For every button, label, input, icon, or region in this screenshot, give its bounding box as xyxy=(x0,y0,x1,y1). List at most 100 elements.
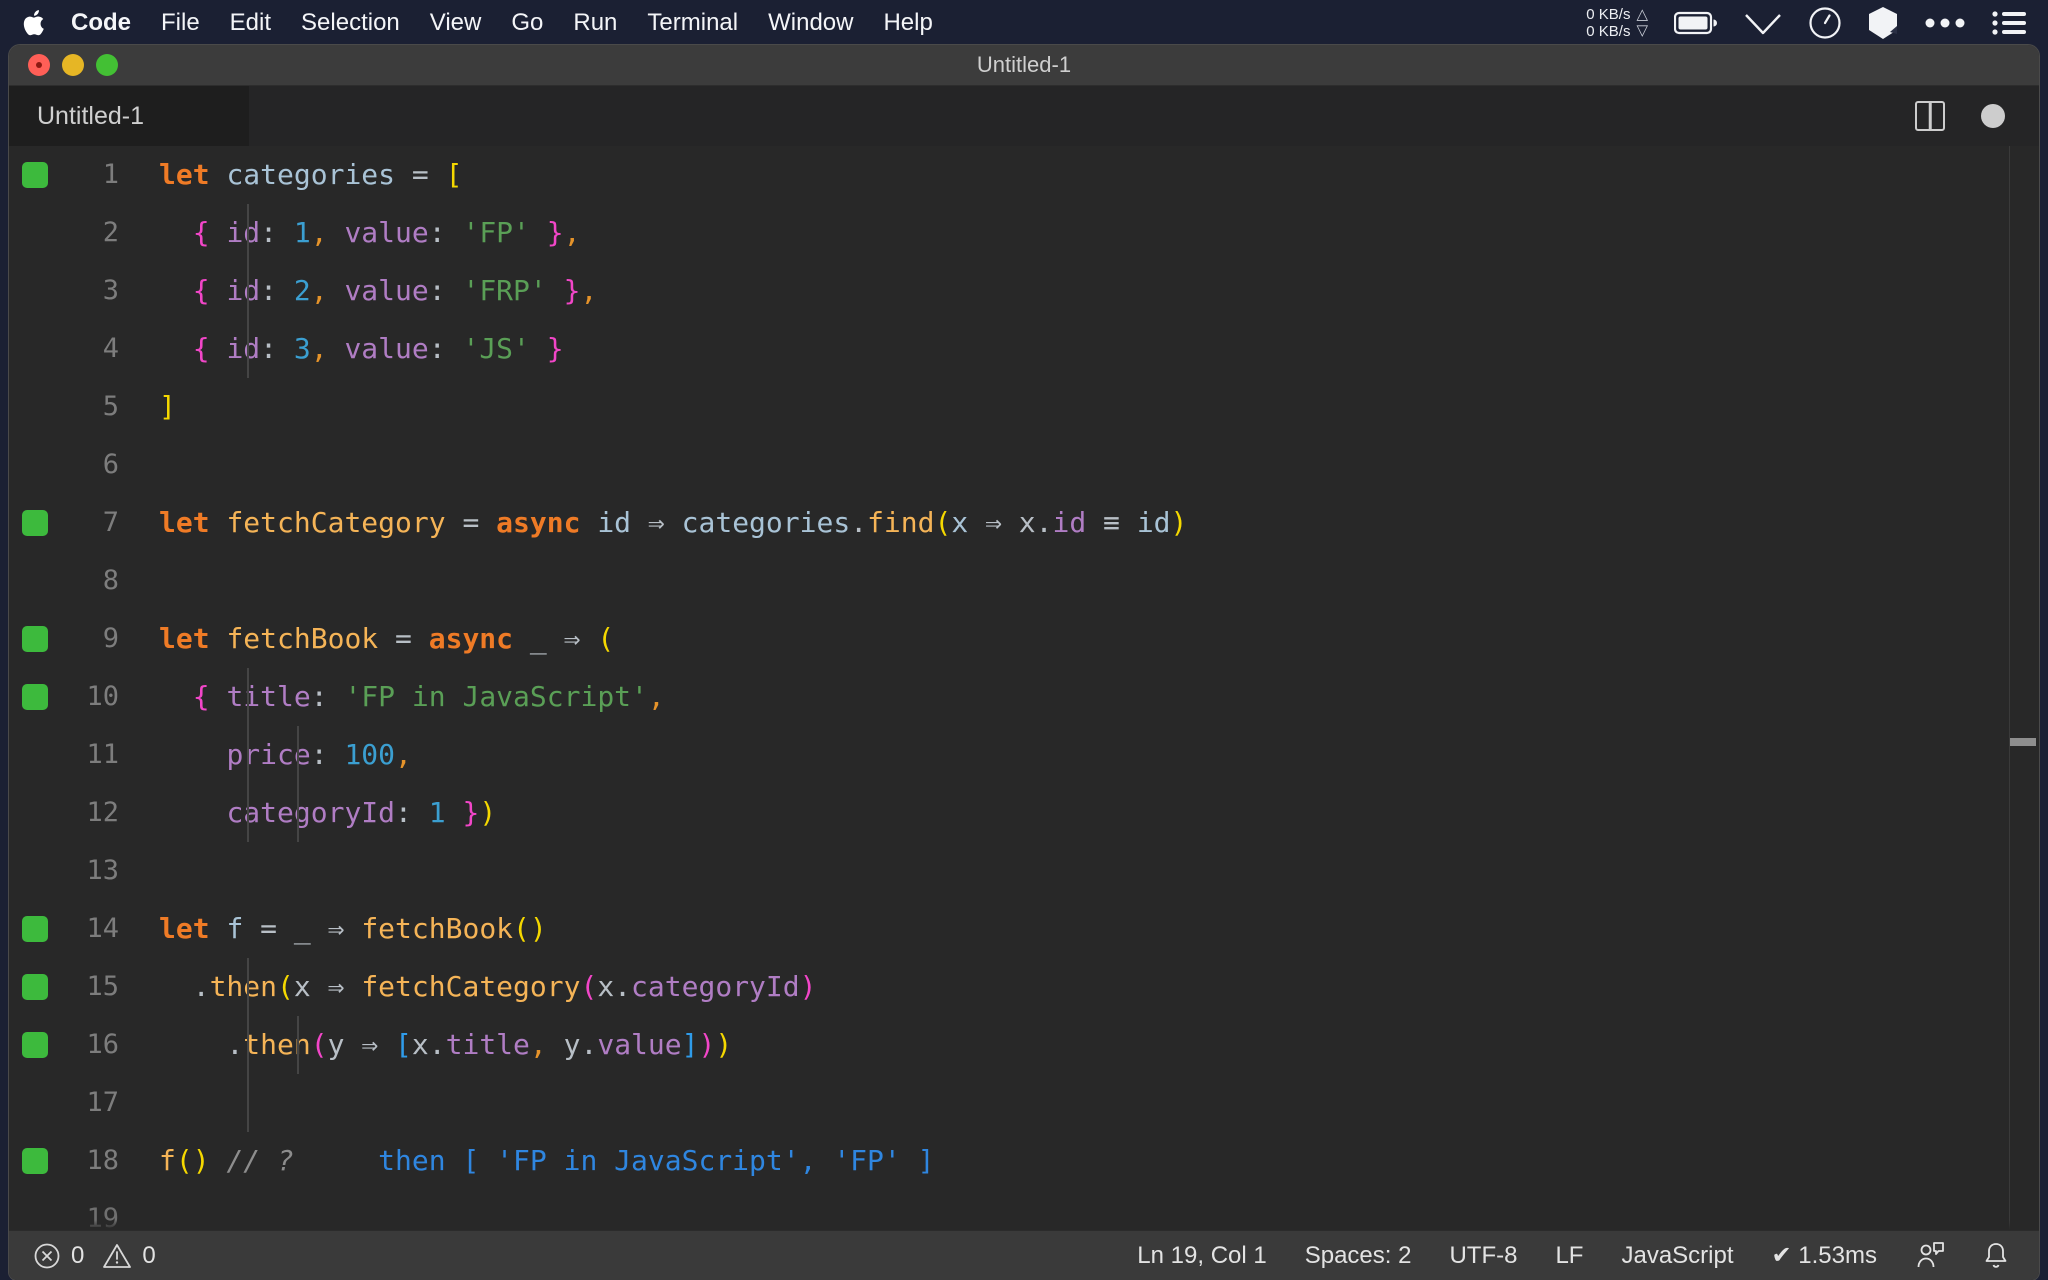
unsaved-dot-icon[interactable] xyxy=(1981,104,2005,128)
menu-item-selection[interactable]: Selection xyxy=(286,0,415,45)
indent-guide xyxy=(247,320,249,378)
box-icon[interactable] xyxy=(1868,6,1898,40)
error-circle-icon[interactable] xyxy=(33,1242,61,1270)
warning-count[interactable]: 0 xyxy=(142,1242,155,1270)
feedback-person-icon[interactable] xyxy=(1915,1241,1945,1271)
code-line[interactable]: 15 .then(x ⇒ fetchCategory(x.categoryId) xyxy=(9,958,2039,1016)
code-editor[interactable]: 1 let categories = [ 2 { id: 1, value: '… xyxy=(9,146,2039,1230)
menu-item-file[interactable]: File xyxy=(146,0,215,45)
menu-item-terminal[interactable]: Terminal xyxy=(632,0,753,45)
network-speed-indicator[interactable]: 0 KB/s 0 KB/s △ ▽ xyxy=(1586,6,1648,40)
window-title: Untitled-1 xyxy=(9,52,2039,78)
code-line[interactable]: 6 xyxy=(9,436,2039,494)
line-number: 6 xyxy=(9,436,137,494)
code-line[interactable]: 17 xyxy=(9,1074,2039,1132)
code-text: let fetchCategory = async id ⇒ categorie… xyxy=(137,494,1187,552)
indent-guide xyxy=(297,1016,299,1074)
menu-item-code[interactable]: Code xyxy=(56,0,146,45)
code-line[interactable]: 10 { title: 'FP in JavaScript', xyxy=(9,668,2039,726)
bell-icon[interactable] xyxy=(1983,1241,2009,1271)
window-title-bar: Untitled-1 xyxy=(9,45,2039,86)
line-number: 17 xyxy=(9,1074,137,1132)
menu-item-run[interactable]: Run xyxy=(558,0,632,45)
code-text: let categories = [ xyxy=(137,146,462,204)
code-line[interactable]: 12 categoryId: 1 }) xyxy=(9,784,2039,842)
status-bar-right: Ln 19, Col 1 Spaces: 2 UTF-8 LF JavaScri… xyxy=(1137,1241,2039,1271)
line-number: 2 xyxy=(9,204,137,262)
menu-item-window[interactable]: Window xyxy=(753,0,868,45)
macos-menu-bar: Code File Edit Selection View Go Run Ter… xyxy=(0,0,2048,45)
indent-guide xyxy=(247,784,249,842)
gutter-marker-green xyxy=(22,1032,48,1058)
code-line[interactable]: 1 let categories = [ xyxy=(9,146,2039,204)
line-number: 13 xyxy=(9,842,137,900)
eol-setting[interactable]: LF xyxy=(1555,1242,1583,1270)
gutter-marker-green xyxy=(22,684,48,710)
download-triangle-icon: ▽ xyxy=(1636,23,1648,39)
code-line[interactable]: 5 ] xyxy=(9,378,2039,436)
editor-bottom-fade xyxy=(9,1220,2039,1230)
network-upload-rate: 0 KB/s xyxy=(1586,6,1630,23)
indent-guide xyxy=(297,784,299,842)
menu-bar-status-icons: 0 KB/s 0 KB/s △ ▽ xyxy=(1586,6,2048,40)
menu-item-view[interactable]: View xyxy=(415,0,497,45)
network-download-rate: 0 KB/s xyxy=(1586,23,1630,40)
indent-guide xyxy=(247,262,249,320)
code-line[interactable]: 8 xyxy=(9,552,2039,610)
cursor-position[interactable]: Ln 19, Col 1 xyxy=(1137,1242,1266,1270)
inline-value-hint: then [ 'FP in JavaScript', 'FP' ] xyxy=(378,1144,934,1177)
code-line[interactable]: 3 { id: 2, value: 'FRP' }, xyxy=(9,262,2039,320)
code-line[interactable]: 11 price: 100, xyxy=(9,726,2039,784)
indentation-setting[interactable]: Spaces: 2 xyxy=(1305,1242,1412,1270)
control-center-list-icon[interactable] xyxy=(1992,10,2026,36)
line-number: 8 xyxy=(9,552,137,610)
code-text: categoryId: 1 }) xyxy=(137,784,496,842)
runtime-duration[interactable]: ✔ 1.53ms xyxy=(1772,1241,1877,1270)
code-text: .then(y ⇒ [x.title, y.value])) xyxy=(137,1016,732,1074)
language-mode[interactable]: JavaScript xyxy=(1621,1242,1733,1270)
status-bar: 0 0 Ln 19, Col 1 Spaces: 2 UTF-8 LF Java… xyxy=(9,1230,2039,1280)
gutter-marker-green xyxy=(22,1148,48,1174)
error-count[interactable]: 0 xyxy=(71,1242,84,1270)
line-number: 4 xyxy=(9,320,137,378)
indent-guide xyxy=(297,726,299,784)
code-text: { id: 3, value: 'JS' } xyxy=(137,320,564,378)
code-line[interactable]: 16 .then(y ⇒ [x.title, y.value])) xyxy=(9,1016,2039,1074)
menu-item-edit[interactable]: Edit xyxy=(215,0,286,45)
code-text: { id: 1, value: 'FP' }, xyxy=(137,204,580,262)
code-line[interactable]: 13 xyxy=(9,842,2039,900)
code-text: { title: 'FP in JavaScript', xyxy=(137,668,665,726)
code-text: .then(x ⇒ fetchCategory(x.categoryId) xyxy=(137,958,816,1016)
line-number: 5 xyxy=(9,378,137,436)
apple-logo-icon[interactable] xyxy=(0,8,56,38)
code-line[interactable]: 7 let fetchCategory = async id ⇒ categor… xyxy=(9,494,2039,552)
line-number: 11 xyxy=(9,726,137,784)
split-editor-icon[interactable] xyxy=(1915,101,1945,131)
indent-guide xyxy=(247,668,249,726)
line-number: 12 xyxy=(9,784,137,842)
warning-triangle-icon[interactable] xyxy=(102,1242,132,1270)
code-content[interactable]: 1 let categories = [ 2 { id: 1, value: '… xyxy=(9,146,2039,1230)
code-text: let f = _ ⇒ fetchBook() xyxy=(137,900,547,958)
clock-icon[interactable] xyxy=(1808,6,1842,40)
code-line[interactable]: 14 let f = _ ⇒ fetchBook() xyxy=(9,900,2039,958)
gutter-marker-green xyxy=(22,162,48,188)
indent-guide xyxy=(247,204,249,262)
gutter-marker-green xyxy=(22,510,48,536)
code-text: let fetchBook = async _ ⇒ ( xyxy=(137,610,614,668)
battery-icon[interactable] xyxy=(1674,11,1718,35)
code-line[interactable]: 9 let fetchBook = async _ ⇒ ( xyxy=(9,610,2039,668)
wifi-icon[interactable] xyxy=(1744,9,1782,37)
ellipsis-icon[interactable] xyxy=(1924,17,1966,29)
tab-untitled-1[interactable]: Untitled-1 xyxy=(9,86,249,146)
encoding-setting[interactable]: UTF-8 xyxy=(1449,1242,1517,1270)
editor-actions xyxy=(1915,86,2039,146)
menu-item-help[interactable]: Help xyxy=(868,0,947,45)
code-text: f() // ? then [ 'FP in JavaScript', 'FP'… xyxy=(137,1132,934,1190)
status-bar-left: 0 0 xyxy=(9,1242,156,1270)
code-line[interactable]: 4 { id: 3, value: 'JS' } xyxy=(9,320,2039,378)
indent-guide xyxy=(247,726,249,784)
code-line[interactable]: 18 f() // ? then [ 'FP in JavaScript', '… xyxy=(9,1132,2039,1190)
code-line[interactable]: 2 { id: 1, value: 'FP' }, xyxy=(9,204,2039,262)
menu-item-go[interactable]: Go xyxy=(496,0,558,45)
